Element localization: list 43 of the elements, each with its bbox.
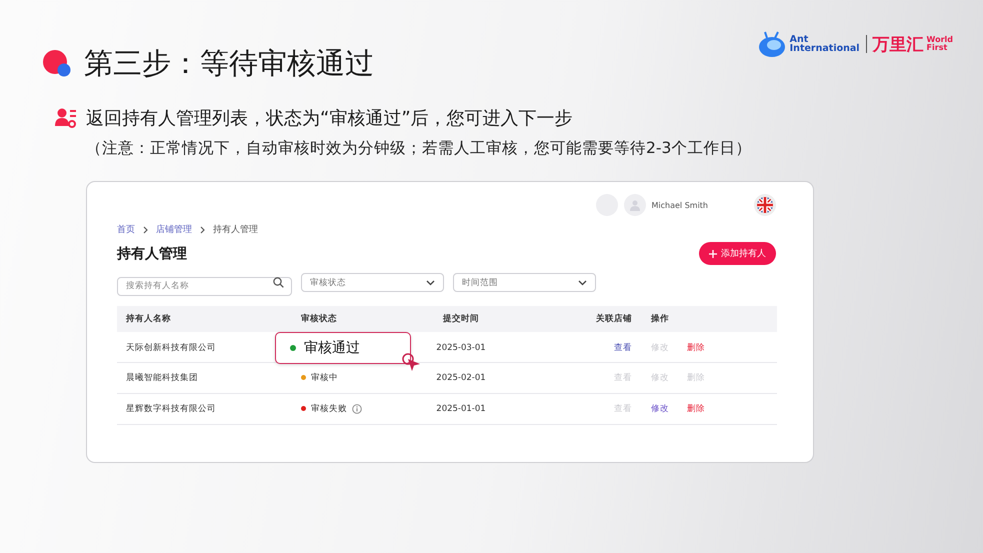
chevron-right-icon [143,226,148,234]
chevron-down-icon [578,280,587,286]
status-text: 审核通过 [304,338,360,356]
status-text: 审核中 [311,372,338,384]
flag-icon[interactable] [754,194,776,216]
brand-name: Ant International [790,34,860,54]
search-field[interactable]: 搜索持有人名称 [117,276,292,296]
breadcrumb-link[interactable]: 首页 [117,223,135,236]
plus-icon [709,250,717,258]
chevron-right-icon [200,226,205,234]
brand-chinese-name: 万里汇 [872,34,924,56]
column-header: 提交时间 [442,312,480,324]
table-cell-text: 2025-03-01 [435,342,487,352]
add-holder-button[interactable]: 添加持有人 [699,242,776,265]
table-cell-text: 星辉数字科技有限公司 [125,402,217,414]
table-cell-text: 2025-01-01 [435,404,487,414]
column-header: 关联店铺 [595,312,632,324]
column-header: 审核状态 [301,312,338,324]
slide-title: 第三步：等待审核通过 [84,45,374,82]
brand-subname: World First [926,36,953,52]
edit-link[interactable]: 修改 [651,402,669,414]
status-text: 审核失败 [311,402,347,414]
column-header: 操作 [650,312,670,324]
dots-icon [42,49,72,79]
user-name: Michael Smith [652,200,708,210]
breadcrumb-link[interactable]: 店铺管理 [156,223,192,236]
note-text: （注意：正常情况下，自动审核时效为分钟级；若需人工审核，您可能需要等待2-3个工作日） [86,138,752,159]
filter-dropdown[interactable]: 时间范围 [453,273,596,292]
search-icon [273,277,284,288]
mascot-icon [756,30,787,58]
view-link[interactable]: 查看 [614,342,632,354]
table-cell-text: 晨曦智能科技集团 [125,372,199,384]
filter-dropdown[interactable]: 审核状态 [301,273,444,292]
instruction-text: 返回持有人管理列表，状态为“审核通过”后，您可进入下一步 [86,107,573,130]
page-title: 持有人管理 [117,244,187,262]
chevron-down-icon [426,280,435,286]
table-cell-text: 2025-02-01 [435,372,487,382]
delete-link[interactable]: 删除 [687,402,705,414]
info-icon[interactable] [352,404,362,414]
delete-link[interactable]: 删除 [687,342,705,354]
column-header: 持有人名称 [124,312,172,324]
user-list-icon [55,107,77,129]
table-cell-text: 天际创新科技有限公司 [125,342,217,354]
